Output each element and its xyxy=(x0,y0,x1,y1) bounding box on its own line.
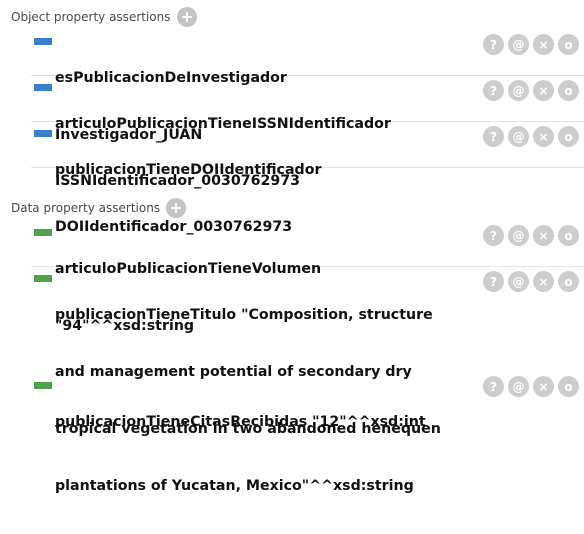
annotate-button[interactable]: @ xyxy=(508,376,529,397)
object-property-assertions-header: Object property assertions xyxy=(11,7,197,27)
delete-button[interactable]: × xyxy=(533,271,554,292)
object-property-icon xyxy=(34,84,52,91)
edit-button[interactable]: o xyxy=(558,80,579,101)
data-property-icon xyxy=(34,229,52,236)
data-property-assertions-header: Data property assertions xyxy=(11,198,187,218)
data-property-icon xyxy=(34,382,52,389)
edit-button[interactable]: o xyxy=(558,271,579,292)
data-property-row: articuloPublicacionTieneVolumen "94"^^xs… xyxy=(31,221,584,334)
explain-button[interactable]: ? xyxy=(483,80,504,101)
row-actions: ? @ × o xyxy=(483,126,579,147)
explain-button[interactable]: ? xyxy=(483,376,504,397)
annotate-button[interactable]: @ xyxy=(508,34,529,55)
property-name: publicacionTieneDOIIdentificador xyxy=(55,162,322,178)
annotate-button[interactable]: @ xyxy=(508,80,529,101)
annotate-button[interactable]: @ xyxy=(508,126,529,147)
edit-button[interactable]: o xyxy=(558,225,579,246)
annotate-button[interactable]: @ xyxy=(508,225,529,246)
edit-button[interactable]: o xyxy=(558,34,579,55)
object-property-icon xyxy=(34,38,52,45)
object-property-row: articuloPublicacionTieneISSNIdentificado… xyxy=(31,76,584,189)
object-property-row: esPublicacionDeInvestigador Investigador… xyxy=(31,30,584,143)
row-actions: ? @ × o xyxy=(483,34,579,55)
row-actions: ? @ × o xyxy=(483,225,579,246)
edit-button[interactable]: o xyxy=(558,376,579,397)
assertion-text[interactable]: publicacionTieneCitasRecibidas "12"^^xsd… xyxy=(55,375,469,470)
add-data-property-button[interactable] xyxy=(166,198,187,218)
delete-button[interactable]: × xyxy=(533,80,554,101)
explain-button[interactable]: ? xyxy=(483,126,504,147)
add-object-property-button[interactable] xyxy=(176,7,197,27)
explain-button[interactable]: ? xyxy=(483,225,504,246)
row-actions: ? @ × o xyxy=(483,271,579,292)
delete-button[interactable]: × xyxy=(533,34,554,55)
delete-button[interactable]: × xyxy=(533,376,554,397)
object-property-row: publicacionTieneDOIIdentificador DOIIden… xyxy=(31,122,584,235)
object-property-icon xyxy=(34,130,52,137)
row-actions: ? @ × o xyxy=(483,376,579,397)
row-actions: ? @ × o xyxy=(483,80,579,101)
edit-button[interactable]: o xyxy=(558,126,579,147)
explain-button[interactable]: ? xyxy=(483,34,504,55)
annotate-button[interactable]: @ xyxy=(508,271,529,292)
delete-button[interactable]: × xyxy=(533,126,554,147)
explain-button[interactable]: ? xyxy=(483,271,504,292)
data-property-row: publicacionTieneCitasRecibidas "12"^^xsd… xyxy=(31,374,584,430)
data-property-assertions-label: Data property assertions xyxy=(11,201,161,215)
assertion-line: publicacionTieneCitasRecibidas "12"^^xsd… xyxy=(55,414,426,430)
object-property-assertions-label: Object property assertions xyxy=(11,10,171,24)
delete-button[interactable]: × xyxy=(533,225,554,246)
data-property-icon xyxy=(34,275,52,282)
assertion-line: publicacionTieneTitulo "Composition, str… xyxy=(55,307,433,323)
assertion-line: plantations of Yucatan, Mexico"^^xsd:str… xyxy=(55,478,414,494)
data-property-row: publicacionTieneTitulo "Composition, str… xyxy=(31,267,584,494)
